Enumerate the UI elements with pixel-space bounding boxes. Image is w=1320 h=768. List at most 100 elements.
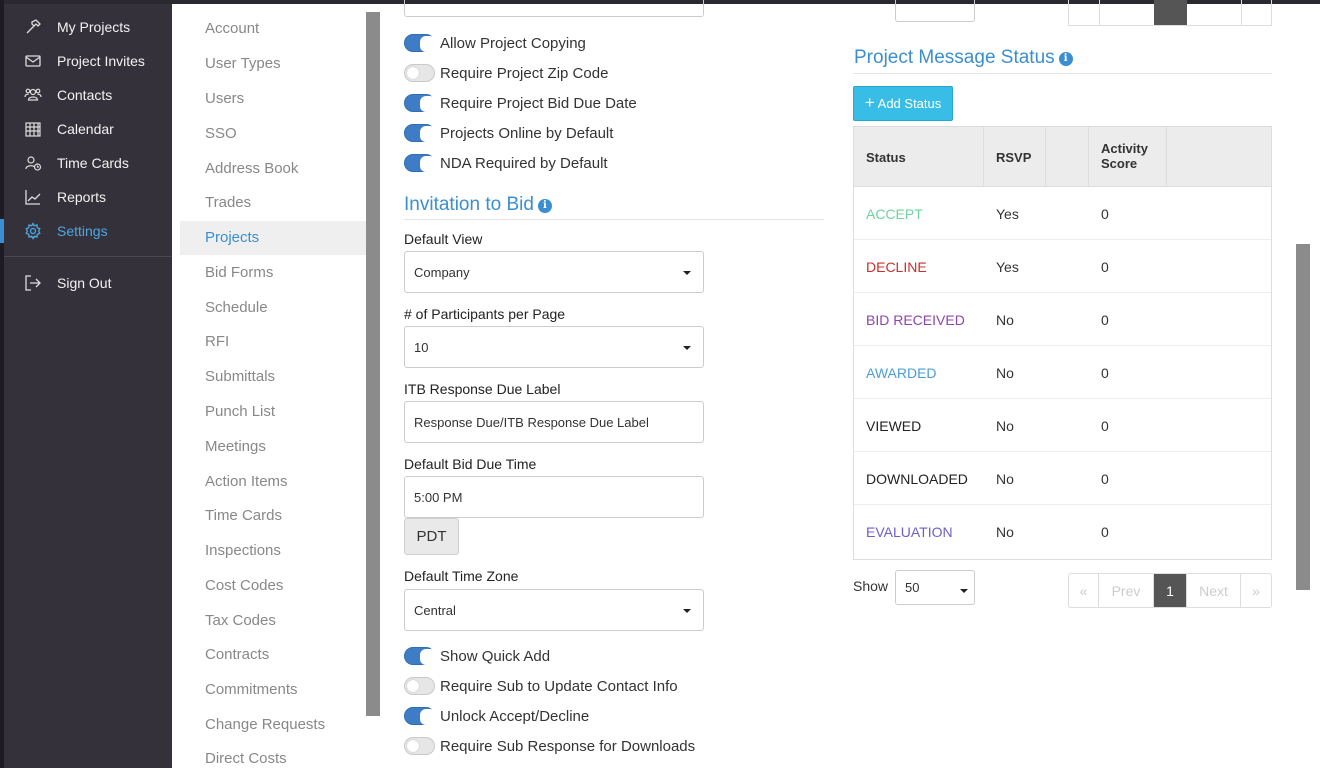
participants-label: # of Participants per Page: [404, 306, 566, 322]
nav-label: Project Invites: [57, 53, 145, 69]
itb-due-input[interactable]: Response Due/ITB Response Due Label: [404, 401, 704, 443]
toggle-unlock-accept-decline[interactable]: Unlock Accept/Decline: [404, 704, 589, 728]
submenu-meetings[interactable]: Meetings: [180, 430, 366, 464]
nav-time-cards[interactable]: Time Cards: [4, 148, 172, 178]
toggle-switch[interactable]: [404, 707, 436, 725]
info-icon[interactable]: i: [537, 199, 552, 213]
submenu-scrollbar[interactable]: [366, 12, 380, 716]
page-size-select[interactable]: 50: [895, 570, 975, 605]
table-row[interactable]: EVALUATION No 0: [854, 505, 1271, 558]
table-row[interactable]: DECLINE Yes 0: [854, 240, 1271, 293]
rsvp-value: No: [996, 524, 1014, 540]
status-name: DOWNLOADED: [866, 471, 968, 487]
timezone-select[interactable]: Central: [404, 589, 704, 631]
submenu-commitments[interactable]: Commitments: [180, 673, 366, 707]
pager-last[interactable]: »: [1241, 574, 1271, 607]
submenu-direct-costs[interactable]: Direct Costs: [180, 742, 366, 768]
column-header-status[interactable]: Status: [854, 127, 984, 186]
info-icon[interactable]: i: [1058, 52, 1073, 66]
nav-project-invites[interactable]: Project Invites: [4, 46, 172, 76]
submenu-inspections[interactable]: Inspections: [180, 534, 366, 568]
timezone-addon-button[interactable]: PDT: [404, 518, 459, 555]
nav-sign-out[interactable]: Sign Out: [4, 268, 172, 298]
pagination: « Prev 1 Next »: [1068, 573, 1272, 608]
rsvp-value: Yes: [996, 259, 1019, 275]
rsvp-value: No: [996, 418, 1014, 434]
submenu-label: Account: [205, 20, 260, 37]
toggle-switch[interactable]: [404, 677, 435, 695]
submenu-time-cards[interactable]: Time Cards: [180, 499, 366, 533]
add-status-button[interactable]: + Add Status: [853, 86, 953, 121]
table-row[interactable]: BID RECEIVED No 0: [854, 293, 1271, 346]
submenu-punch-list[interactable]: Punch List: [180, 395, 366, 429]
activity-score: 0: [1101, 471, 1109, 487]
pager-first[interactable]: «: [1069, 574, 1099, 607]
status-name: ACCEPT: [866, 206, 923, 222]
submenu-change-requests[interactable]: Change Requests: [180, 708, 366, 742]
pager-prev[interactable]: Prev: [1099, 574, 1154, 607]
nav-label: My Projects: [57, 19, 131, 35]
section-divider: [853, 73, 1272, 74]
submenu-submittals[interactable]: Submittals: [180, 360, 366, 394]
toggle-switch[interactable]: [404, 737, 435, 755]
participants-select[interactable]: 10: [404, 326, 704, 368]
toggle-projects-online[interactable]: Projects Online by Default: [404, 121, 613, 145]
submenu-address-book[interactable]: Address Book: [180, 152, 366, 186]
toggle-switch[interactable]: [404, 34, 436, 52]
bid-time-input[interactable]: 5:00 PM: [404, 476, 704, 518]
nav-calendar[interactable]: Calendar: [4, 114, 172, 144]
toggle-switch[interactable]: [404, 124, 436, 142]
table-row[interactable]: DOWNLOADED No 0: [854, 452, 1271, 505]
submenu-projects[interactable]: Projects: [180, 221, 366, 255]
table-row[interactable]: AWARDED No 0: [854, 346, 1271, 399]
select-value: 10: [414, 339, 429, 355]
toggle-require-bid-due-date[interactable]: Require Project Bid Due Date: [404, 91, 637, 115]
nav-my-projects[interactable]: My Projects: [4, 12, 172, 42]
toggle-switch[interactable]: [404, 94, 436, 112]
toggle-require-sub-response[interactable]: Require Sub Response for Downloads: [404, 734, 695, 758]
toggle-nda-required[interactable]: NDA Required by Default: [404, 151, 608, 175]
toggle-switch[interactable]: [404, 647, 436, 665]
toggle-require-zip[interactable]: Require Project Zip Code: [404, 61, 608, 85]
column-header-activity-score[interactable]: Activity Score: [1089, 127, 1167, 186]
submenu-action-items[interactable]: Action Items: [180, 465, 366, 499]
column-header-rsvp[interactable]: RSVP: [984, 127, 1046, 186]
toggle-switch[interactable]: [404, 154, 436, 172]
partial-pager[interactable]: [1068, 0, 1272, 26]
toggle-show-quick-add[interactable]: Show Quick Add: [404, 644, 550, 668]
table-row[interactable]: VIEWED No 0: [854, 399, 1271, 452]
nav-reports[interactable]: Reports: [4, 182, 172, 212]
submenu-contracts[interactable]: Contracts: [180, 638, 366, 672]
pager-page-1[interactable]: 1: [1154, 574, 1187, 607]
toggle-allow-project-copying[interactable]: Allow Project Copying: [404, 31, 586, 55]
submenu-user-types[interactable]: User Types: [180, 47, 366, 81]
table-row[interactable]: ACCEPT Yes 0: [854, 187, 1271, 240]
message-status-panel: Project Message Status i + Add Status Sta…: [853, 0, 1273, 768]
nav-contacts[interactable]: Contacts: [4, 80, 172, 110]
submenu-account[interactable]: Account: [180, 12, 366, 46]
submenu-label: Punch List: [205, 403, 276, 420]
submenu-label: Address Book: [205, 160, 299, 177]
pager-next[interactable]: Next: [1187, 574, 1241, 607]
submenu-users[interactable]: Users: [180, 82, 366, 116]
default-view-select[interactable]: Company: [404, 251, 704, 293]
submenu-rfi[interactable]: RFI: [180, 325, 366, 359]
submenu-cost-codes[interactable]: Cost Codes: [180, 569, 366, 603]
submenu-label: Inspections: [205, 542, 281, 559]
toggle-require-sub-update[interactable]: Require Sub to Update Contact Info: [404, 674, 678, 698]
submenu-sso[interactable]: SSO: [180, 117, 366, 151]
toggle-switch[interactable]: [404, 64, 435, 82]
timezone-label: Default Time Zone: [404, 568, 519, 584]
panel-title-text: Project Message Status: [854, 47, 1055, 68]
page-scrollbar[interactable]: [1296, 244, 1310, 590]
submenu-bid-forms[interactable]: Bid Forms: [180, 256, 366, 290]
nav-settings[interactable]: Settings: [0, 216, 172, 246]
submenu-trades[interactable]: Trades: [180, 186, 366, 220]
submenu-label: Projects: [205, 229, 260, 246]
submenu-tax-codes[interactable]: Tax Codes: [180, 604, 366, 638]
partial-input[interactable]: [404, 0, 704, 17]
nav-label: Settings: [57, 223, 108, 239]
partial-show-select[interactable]: [895, 0, 975, 22]
toggle-label: Projects Online by Default: [440, 124, 614, 142]
submenu-schedule[interactable]: Schedule: [180, 291, 366, 325]
